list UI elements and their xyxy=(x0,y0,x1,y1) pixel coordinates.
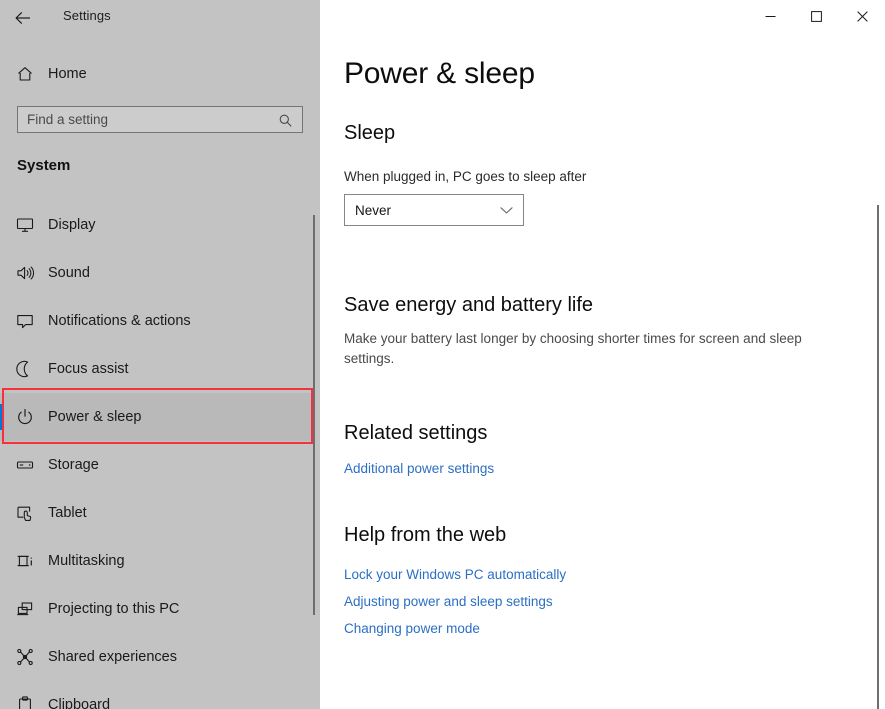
share-nodes-icon xyxy=(4,647,46,667)
sleep-section-heading: Sleep xyxy=(344,122,396,144)
help-from-web-heading: Help from the web xyxy=(344,524,507,546)
sidebar-item-clipboard[interactable]: Clipboard xyxy=(0,681,313,709)
sidebar-item-display-label: Display xyxy=(48,217,96,233)
drive-icon xyxy=(4,455,46,475)
sidebar-item-tablet[interactable]: Tablet xyxy=(0,489,313,537)
save-energy-heading: Save energy and battery life xyxy=(344,294,594,316)
page-title: Power & sleep xyxy=(344,57,535,90)
maximize-icon xyxy=(810,10,822,22)
sidebar-item-sound[interactable]: Sound xyxy=(0,249,313,297)
clipboard-icon xyxy=(4,695,46,709)
sidebar-item-shared-experiences-label: Shared experiences xyxy=(48,649,177,665)
minimize-icon xyxy=(765,11,776,22)
sidebar-item-sound-label: Sound xyxy=(48,265,90,281)
maximize-button[interactable] xyxy=(793,0,839,32)
content-scrollbar[interactable] xyxy=(877,205,879,709)
sidebar-item-projecting-to-this-pc[interactable]: Projecting to this PC xyxy=(0,585,313,633)
close-icon xyxy=(856,10,868,22)
sidebar-item-home[interactable]: Home xyxy=(0,58,312,90)
sleep-timeout-dropdown[interactable]: Never xyxy=(344,194,524,226)
search-input[interactable] xyxy=(27,112,267,127)
sidebar-item-storage[interactable]: Storage xyxy=(0,441,313,489)
sidebar-item-notifications-label: Notifications & actions xyxy=(48,313,191,329)
sidebar: Home System Displ xyxy=(0,0,320,709)
back-button[interactable] xyxy=(8,5,38,31)
sidebar-item-tablet-label: Tablet xyxy=(48,505,87,521)
selection-indicator xyxy=(0,404,3,430)
sidebar-item-projecting-to-this-pc-label: Projecting to this PC xyxy=(48,601,180,617)
speaker-icon xyxy=(4,263,46,283)
related-settings-heading: Related settings xyxy=(344,422,488,444)
back-arrow-icon xyxy=(14,11,32,25)
chevron-down-icon xyxy=(500,206,513,215)
sidebar-item-display[interactable]: Display xyxy=(0,201,313,249)
sidebar-nav-list: Display Sound Notifications & actions Fo… xyxy=(0,201,320,709)
minimize-button[interactable] xyxy=(747,0,793,32)
link-changing-power-mode[interactable]: Changing power mode xyxy=(344,621,480,636)
sleep-timeout-value: Never xyxy=(355,202,392,218)
main-content: Power & sleep Sleep When plugged in, PC … xyxy=(320,36,885,709)
settings-window: Home System Displ xyxy=(0,0,885,709)
sidebar-scrollbar[interactable] xyxy=(313,215,315,615)
sidebar-section-title: System xyxy=(17,157,71,174)
tablet-hand-icon xyxy=(4,503,46,523)
link-additional-power-settings[interactable]: Additional power settings xyxy=(344,461,494,476)
window-controls xyxy=(747,0,885,32)
sidebar-item-notifications[interactable]: Notifications & actions xyxy=(0,297,313,345)
close-button[interactable] xyxy=(839,0,885,32)
save-energy-body: Make your battery last longer by choosin… xyxy=(344,331,802,366)
monitor-icon xyxy=(4,215,46,235)
sidebar-item-focus-assist-label: Focus assist xyxy=(48,361,129,377)
projecting-icon xyxy=(4,599,46,619)
sleep-field-label: When plugged in, PC goes to sleep after xyxy=(344,169,587,184)
moon-icon xyxy=(4,359,46,379)
sidebar-item-shared-experiences[interactable]: Shared experiences xyxy=(0,633,313,681)
home-icon xyxy=(4,65,46,83)
sidebar-item-clipboard-label: Clipboard xyxy=(48,697,111,709)
sidebar-item-multitasking[interactable]: Multitasking xyxy=(0,537,313,585)
sidebar-item-power-and-sleep[interactable]: Power & sleep xyxy=(0,393,313,441)
sidebar-item-focus-assist[interactable]: Focus assist xyxy=(0,345,313,393)
sidebar-item-multitasking-label: Multitasking xyxy=(48,553,125,569)
sidebar-item-storage-label: Storage xyxy=(48,457,99,473)
speech-bubble-icon xyxy=(4,311,46,331)
search-box[interactable] xyxy=(17,106,303,133)
link-adjusting-power-and-sleep-settings[interactable]: Adjusting power and sleep settings xyxy=(344,594,553,609)
search-icon[interactable] xyxy=(276,111,294,129)
sidebar-item-power-and-sleep-label: Power & sleep xyxy=(48,409,142,425)
multitasking-icon xyxy=(4,551,46,571)
sidebar-item-home-label: Home xyxy=(48,66,87,82)
power-icon xyxy=(4,407,46,427)
link-lock-your-windows-pc-automatically[interactable]: Lock your Windows PC automatically xyxy=(344,567,566,582)
